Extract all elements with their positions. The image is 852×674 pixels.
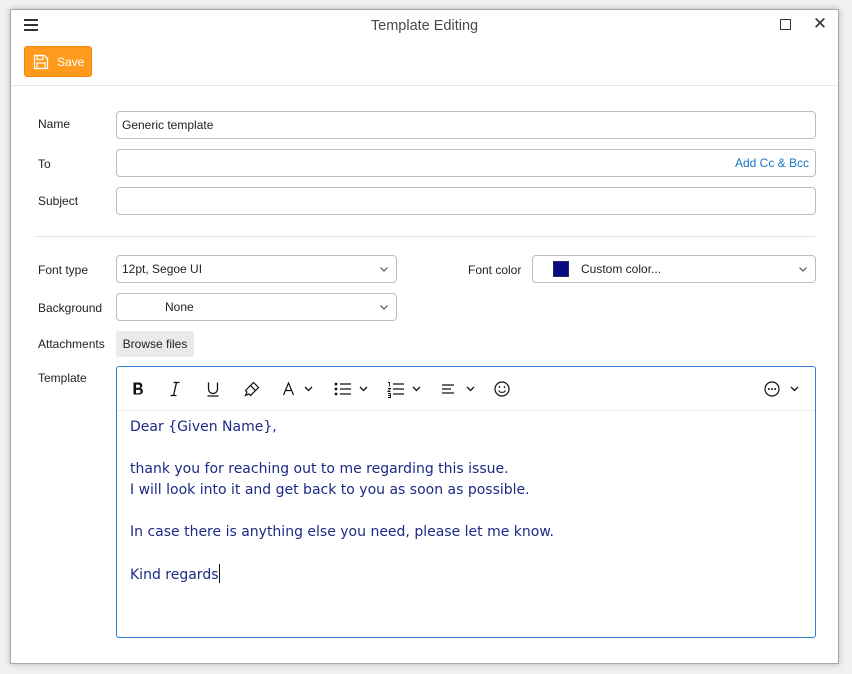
floppy-disk-icon	[33, 54, 49, 69]
format-painter-icon[interactable]	[243, 377, 261, 401]
template-editing-window: Template Editing ✕ Save Name Generic tem…	[10, 9, 839, 664]
background-label: Background	[38, 301, 103, 315]
chevron-down-icon	[380, 267, 388, 272]
close-icon[interactable]: ✕	[812, 14, 828, 34]
save-button-label: Save	[57, 54, 85, 69]
editor-toolbar	[117, 367, 815, 411]
font-type-value: 12pt, Segoe UI	[122, 262, 203, 276]
name-input[interactable]: Generic template	[116, 111, 816, 139]
subject-label: Subject	[38, 194, 79, 208]
text-caret	[218, 564, 220, 583]
editor-content[interactable]: Dear {Given Name}, thank you for reachin…	[130, 417, 805, 586]
font-color-value: Custom color...	[581, 262, 662, 276]
underline-icon[interactable]	[205, 377, 221, 401]
font-type-select[interactable]: 12pt, Segoe UI	[116, 255, 397, 283]
editor-line	[130, 501, 805, 522]
template-label: Template	[38, 371, 87, 385]
window-title: Template Editing	[370, 18, 479, 34]
toolbar: Save	[11, 42, 838, 86]
title-bar: Template Editing ✕	[11, 10, 838, 42]
editor-line	[130, 438, 805, 459]
to-input[interactable]: Add Cc & Bcc	[116, 149, 816, 177]
name-input-value: Generic template	[122, 118, 214, 132]
bullet-list-icon[interactable]	[333, 377, 371, 401]
chevron-down-icon	[799, 267, 807, 272]
background-value: None	[165, 300, 194, 314]
align-icon[interactable]	[441, 377, 479, 401]
section-divider	[35, 236, 815, 237]
template-editor[interactable]: Dear {Given Name}, thank you for reachin…	[116, 366, 816, 638]
subject-input[interactable]	[116, 187, 816, 215]
editor-line: I will look into it and get back to you …	[130, 482, 530, 498]
font-type-label: Font type	[38, 263, 89, 277]
editor-line-last: Kind regards	[130, 564, 805, 586]
italic-icon[interactable]	[168, 377, 182, 401]
font-color-select[interactable]: Custom color...	[532, 255, 816, 283]
attachments-label: Attachments	[38, 337, 105, 351]
editor-line	[130, 543, 805, 564]
add-cc-bcc-link[interactable]: Add Cc & Bcc	[735, 156, 809, 170]
font-color-label: Font color	[468, 263, 522, 277]
editor-line-text: Kind regards	[130, 567, 219, 583]
to-label: To	[38, 157, 51, 171]
color-swatch	[553, 261, 569, 277]
editor-line: Dear {Given Name},	[130, 419, 277, 435]
font-color-icon[interactable]	[281, 377, 313, 401]
maximize-icon[interactable]	[780, 19, 791, 30]
editor-line: thank you for reaching out to me regardi…	[130, 461, 509, 477]
more-options-icon[interactable]	[763, 377, 803, 401]
bold-icon[interactable]	[130, 377, 146, 401]
editor-line: In case there is anything else you need,…	[130, 524, 554, 540]
chevron-down-icon	[380, 305, 388, 310]
save-button[interactable]: Save	[24, 46, 92, 77]
numbered-list-icon[interactable]	[386, 377, 424, 401]
emoji-icon[interactable]	[493, 377, 511, 401]
background-select[interactable]: None	[116, 293, 397, 321]
browse-files-button[interactable]: Browse files	[116, 331, 194, 357]
name-label: Name	[38, 117, 71, 131]
